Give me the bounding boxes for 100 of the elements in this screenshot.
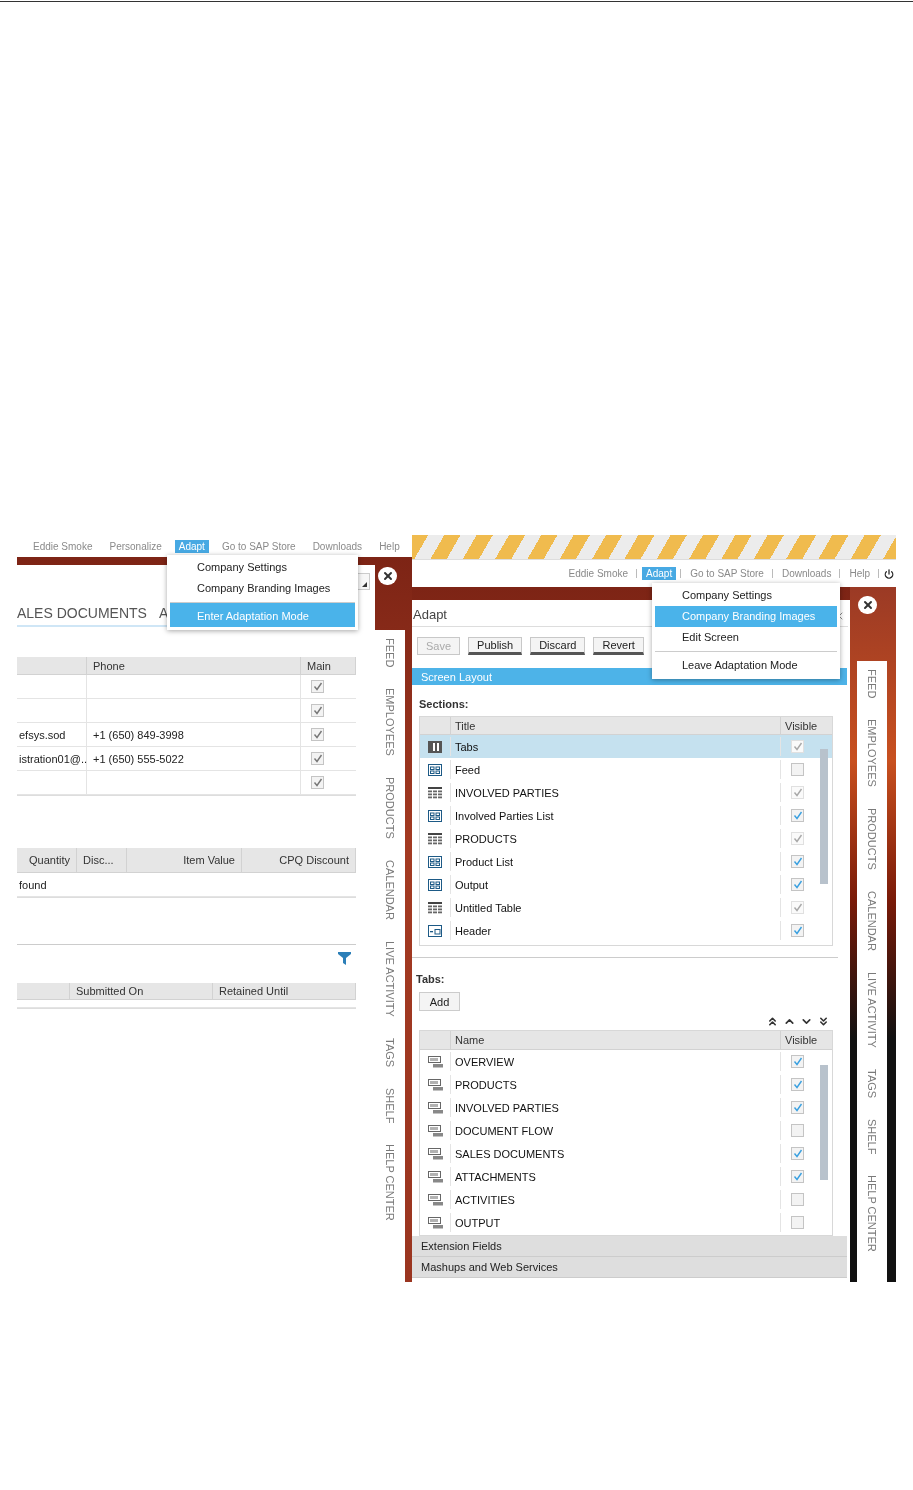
- section-header[interactable]: Extension Fields: [412, 1236, 847, 1257]
- tab-name: INVOLVED PARTIES: [450, 1098, 780, 1117]
- checkbox[interactable]: [791, 924, 804, 937]
- checkbox[interactable]: [791, 1193, 804, 1206]
- move-top-icon[interactable]: [766, 1015, 779, 1028]
- column-header: Quantity: [17, 848, 77, 873]
- close-icon: [381, 570, 394, 582]
- power-icon[interactable]: [884, 568, 894, 579]
- sidebar-tab[interactable]: TAGS: [384, 1037, 396, 1067]
- top-link[interactable]: Go to SAP Store: [217, 539, 300, 553]
- sidebar-tab[interactable]: TAGS: [866, 1068, 878, 1098]
- checkbox[interactable]: [311, 776, 324, 789]
- checkbox[interactable]: [791, 1124, 804, 1137]
- menu-item[interactable]: Company Settings: [170, 557, 355, 578]
- scrollbar[interactable]: [820, 1065, 828, 1180]
- section-title: Feed: [450, 760, 780, 779]
- sidebar-tab[interactable]: LIVE ACTIVITY: [384, 940, 396, 1017]
- table-cell: +1 (650) 555-5022: [87, 747, 301, 771]
- section-title: Product List: [450, 852, 780, 871]
- move-bottom-icon[interactable]: [817, 1015, 830, 1028]
- toolbar-button[interactable]: Discard: [530, 637, 586, 655]
- add-button[interactable]: Add: [419, 992, 460, 1011]
- checkbox[interactable]: [791, 809, 804, 822]
- sidebar-tab[interactable]: EMPLOYEES: [866, 719, 878, 788]
- tab-icon: [427, 1078, 443, 1091]
- sections-label: Sections:: [419, 698, 470, 710]
- tab-icon: [427, 1170, 443, 1183]
- menu-item[interactable]: Company Settings: [655, 585, 837, 606]
- sidebar-tab[interactable]: LIVE ACTIVITY: [866, 971, 878, 1048]
- caret-icon: [362, 582, 367, 587]
- close-button[interactable]: [858, 596, 877, 614]
- sidebar-tab[interactable]: HELP CENTER: [384, 1144, 396, 1222]
- tab-name: ATTACHMENTS: [450, 1167, 780, 1186]
- top-link[interactable]: Help: [375, 539, 404, 553]
- checkbox[interactable]: [791, 1055, 804, 1068]
- close-icon: [861, 599, 874, 611]
- checkbox[interactable]: [791, 1101, 804, 1114]
- table-cell: istration01@..: [17, 747, 87, 771]
- column-header: Submitted On: [70, 983, 213, 1000]
- checkbox[interactable]: [311, 728, 324, 741]
- top-link[interactable]: Downloads: [777, 567, 836, 580]
- table-cell: [17, 699, 87, 723]
- top-link[interactable]: Help: [845, 567, 874, 580]
- checkbox[interactable]: [791, 855, 804, 868]
- checkbox[interactable]: [791, 1170, 804, 1183]
- sidebar-tab[interactable]: PRODUCTS: [866, 808, 878, 870]
- top-link[interactable]: Adapt: [642, 567, 677, 580]
- sidebar-tab[interactable]: CALENDAR: [866, 890, 878, 951]
- sidebar-tab[interactable]: FEED: [384, 638, 396, 668]
- table-icon: [428, 786, 442, 799]
- section-title: PRODUCTS: [450, 829, 780, 848]
- column-header: Title: [450, 717, 780, 734]
- checkbox[interactable]: [311, 752, 324, 765]
- sidebar-tab[interactable]: PRODUCTS: [384, 777, 396, 839]
- scrollbar[interactable]: [820, 749, 828, 884]
- sidebar-tab[interactable]: SHELF: [866, 1118, 878, 1155]
- tab-icon: [427, 1101, 443, 1114]
- filter-icon[interactable]: [338, 951, 351, 965]
- close-button[interactable]: [378, 567, 397, 585]
- top-link[interactable]: Eddie Smoke: [29, 539, 97, 553]
- tab-icon: [427, 1216, 443, 1229]
- sidebar-tab[interactable]: SHELF: [384, 1087, 396, 1124]
- checkbox[interactable]: [791, 763, 804, 776]
- menu-item[interactable]: Edit Screen: [655, 627, 837, 648]
- column-header: Item Value: [127, 848, 242, 873]
- sidebar-tab[interactable]: FEED: [866, 669, 878, 699]
- tab-name: PRODUCTS: [450, 1075, 780, 1094]
- toolbar-button[interactable]: Publish: [468, 637, 523, 655]
- top-link[interactable]: Eddie Smoke: [564, 567, 633, 580]
- toolbar-button[interactable]: Revert: [593, 637, 644, 655]
- top-link[interactable]: Adapt: [174, 539, 209, 553]
- checkbox[interactable]: [791, 1078, 804, 1091]
- empty-message: found: [17, 873, 356, 897]
- tab-name: SALES DOCUMENTS: [450, 1144, 780, 1163]
- page-tab[interactable]: ALES DOCUMENTS: [17, 605, 147, 621]
- tab-name: DOCUMENT FLOW: [450, 1121, 780, 1140]
- tab-name: OVERVIEW: [450, 1052, 780, 1071]
- menu-item[interactable]: Company Branding Images: [170, 578, 355, 599]
- checkbox[interactable]: [791, 878, 804, 891]
- top-link[interactable]: Go to SAP Store: [686, 567, 768, 580]
- sidebar-tab[interactable]: EMPLOYEES: [384, 688, 396, 757]
- menu-item[interactable]: Leave Adaptation Mode: [655, 651, 837, 676]
- sidebar-tab[interactable]: HELP CENTER: [866, 1175, 878, 1253]
- column-header: Visible: [780, 717, 832, 734]
- menu-item[interactable]: Company Branding Images: [655, 606, 837, 627]
- table-icon: [428, 901, 442, 914]
- checkbox[interactable]: [791, 1216, 804, 1229]
- sidebar-tab[interactable]: CALENDAR: [384, 859, 396, 920]
- section-title: INVOLVED PARTIES: [450, 783, 780, 802]
- menu-item[interactable]: Enter Adaptation Mode: [170, 602, 355, 627]
- column-header: [17, 657, 87, 675]
- checkbox[interactable]: [311, 704, 324, 717]
- top-link[interactable]: Downloads: [308, 539, 367, 553]
- section-header[interactable]: Mashups and Web Services: [412, 1257, 847, 1278]
- form-icon: [428, 878, 442, 891]
- form-icon: [428, 855, 442, 868]
- checkbox[interactable]: [311, 680, 324, 693]
- checkbox[interactable]: [791, 1147, 804, 1160]
- tab-icon: [427, 1124, 443, 1137]
- top-link[interactable]: Personalize: [105, 539, 166, 553]
